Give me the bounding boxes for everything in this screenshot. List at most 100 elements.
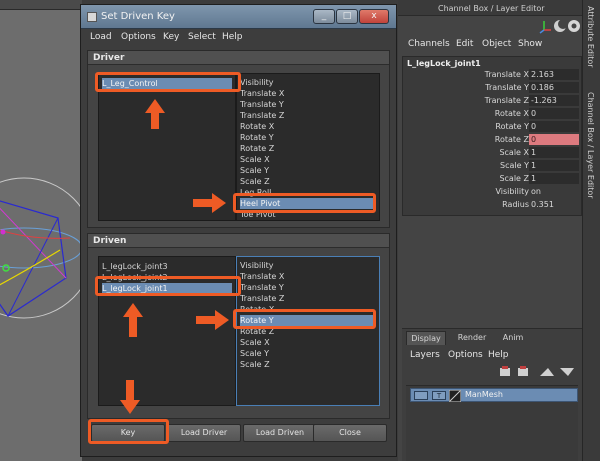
le-menu-layers[interactable]: Layers [410, 350, 440, 360]
layer-visibility-toggle[interactable] [414, 391, 428, 400]
dialog-titlebar[interactable]: Set Driven Key _ □ x [81, 5, 396, 29]
channel-value[interactable]: 0.186 [529, 82, 579, 93]
menu-key[interactable]: Key [163, 32, 179, 42]
dialog-title: Set Driven Key [101, 11, 175, 22]
axis-icon [539, 21, 551, 34]
driver-attr-item[interactable]: Scale Z [240, 176, 270, 187]
cb-menu-show[interactable]: Show [518, 39, 542, 49]
new-layer-icon [500, 366, 510, 376]
le-menu-help[interactable]: Help [488, 350, 509, 360]
channel-value[interactable]: -1.263 [529, 95, 579, 106]
cb-menu-object[interactable]: Object [482, 39, 511, 49]
driven-attr-item[interactable]: Translate X [240, 271, 284, 282]
channel-row[interactable]: Scale Y 1 [403, 160, 583, 172]
driven-attr-item[interactable]: Scale Z [240, 359, 270, 370]
channel-row[interactable]: Translate Y 0.186 [403, 82, 583, 94]
maximize-button[interactable]: □ [336, 9, 358, 24]
tab-display[interactable]: Display [406, 331, 446, 345]
driver-attr-item[interactable]: Rotate Z [240, 143, 274, 154]
channel-label: Translate Y [485, 83, 529, 92]
tab-anim[interactable]: Anim [498, 331, 528, 345]
viewport-3d[interactable] [0, 0, 82, 461]
driven-attribute-list[interactable]: Visibility Translate X Translate Y Trans… [236, 256, 380, 406]
channel-box-panel: Channel Box / Layer Editor Channels Edit… [398, 0, 582, 461]
driven-attr-item[interactable]: Translate Z [240, 293, 284, 304]
driver-attr-item[interactable]: Visibility [240, 77, 274, 88]
load-driven-button[interactable]: Load Driven [243, 424, 317, 442]
driven-attr-item[interactable]: Visibility [240, 260, 274, 271]
window-close-button[interactable]: x [359, 9, 389, 24]
menu-select[interactable]: Select [188, 32, 216, 42]
channel-label: Rotate Y [495, 122, 529, 131]
channel-value[interactable]: 0 [529, 108, 579, 119]
star-icon [568, 20, 580, 32]
layer-editor-toolbar [498, 365, 578, 379]
selected-object-name: L_legLock_joint1 [407, 59, 481, 68]
channel-row[interactable]: Scale Z 1 [403, 173, 583, 185]
cb-menu-edit[interactable]: Edit [456, 39, 473, 49]
layer-list: T ManMesh [406, 385, 578, 461]
layer-color-icon[interactable] [449, 390, 461, 402]
driver-header: Driver [88, 51, 389, 65]
driver-attr-item[interactable]: Translate X [240, 88, 284, 99]
channel-row[interactable]: Translate Z -1.263 [403, 95, 583, 107]
layer-name[interactable]: ManMesh [465, 390, 503, 399]
channel-value[interactable]: 1 [529, 160, 579, 171]
channel-row[interactable]: Visibility on [403, 186, 583, 198]
channel-row-keyed[interactable]: Rotate Z 0 [403, 134, 583, 146]
tab-attribute-editor[interactable]: Attribute Editor [586, 6, 595, 68]
minimize-button[interactable]: _ [313, 9, 335, 24]
channel-row[interactable]: Radius 0.351 [403, 199, 583, 211]
viewport-wireframe [0, 177, 82, 319]
driver-attr-item[interactable]: Scale X [240, 154, 270, 165]
highlight-driver-object [95, 72, 241, 92]
channel-row[interactable]: Scale X 1 [403, 147, 583, 159]
close-button[interactable]: Close [313, 424, 387, 442]
channel-row[interactable]: Translate X 2.163 [403, 69, 583, 81]
tab-render[interactable]: Render [452, 331, 492, 345]
menu-help[interactable]: Help [222, 32, 243, 42]
driver-attr-item[interactable]: Translate Z [240, 110, 284, 121]
layer-template-toggle[interactable]: T [432, 391, 446, 400]
menu-options[interactable]: Options [121, 32, 156, 42]
channel-value[interactable]: on [529, 186, 579, 197]
dialog-menubar: Load Options Key Select Help [81, 31, 396, 45]
driven-attr-item[interactable]: Translate Y [240, 282, 284, 293]
window-app-icon [87, 12, 97, 22]
le-menu-options[interactable]: Options [448, 350, 483, 360]
channel-row[interactable]: Rotate Y 0 [403, 121, 583, 133]
channel-label: Scale Y [500, 161, 529, 170]
channel-value-keyed[interactable]: 0 [529, 134, 579, 145]
driver-attr-item[interactable]: Translate Y [240, 99, 284, 110]
driver-attr-item[interactable]: Scale Y [240, 165, 269, 176]
driven-object-item[interactable]: L_legLock_joint3 [102, 261, 168, 272]
layer-move-down-icon [560, 368, 574, 376]
driven-attr-item[interactable]: Scale X [240, 337, 270, 348]
layer-move-up-icon [540, 368, 554, 376]
channel-value[interactable]: 0 [529, 121, 579, 132]
side-tab-strip: Attribute Editor Channel Box / Layer Edi… [582, 0, 600, 461]
channel-value[interactable]: 2.163 [529, 69, 579, 80]
channel-box-title: Channel Box / Layer Editor [398, 0, 582, 16]
menu-load[interactable]: Load [90, 32, 112, 42]
highlight-rotate-y [233, 309, 376, 329]
channel-label: Translate X [484, 70, 529, 79]
tab-channel-box-layer-editor[interactable]: Channel Box / Layer Editor [586, 92, 595, 199]
cb-menu-channels[interactable]: Channels [408, 39, 450, 49]
driven-header: Driven [88, 234, 389, 248]
driver-attr-item[interactable]: Rotate X [240, 121, 274, 132]
driven-attr-item[interactable]: Scale Y [240, 348, 269, 359]
channel-row[interactable]: Rotate X 0 [403, 108, 583, 120]
driver-object-list[interactable]: L_Leg_Control [98, 73, 236, 221]
driver-attr-item[interactable]: Rotate Y [240, 132, 274, 143]
highlight-key-button [88, 419, 169, 444]
channel-box-menubar: Channels Edit Object Show [398, 38, 582, 52]
channel-value[interactable]: 1 [529, 147, 579, 158]
layer-editor-menubar: Layers Options Help [402, 349, 582, 363]
layer-row[interactable]: T ManMesh [410, 388, 578, 402]
load-driver-button[interactable]: Load Driver [167, 424, 241, 442]
highlight-heel-pivot [233, 193, 376, 213]
channel-value[interactable]: 0.351 [529, 199, 579, 210]
channel-value[interactable]: 1 [529, 173, 579, 184]
channel-label: Visibility [495, 187, 529, 196]
